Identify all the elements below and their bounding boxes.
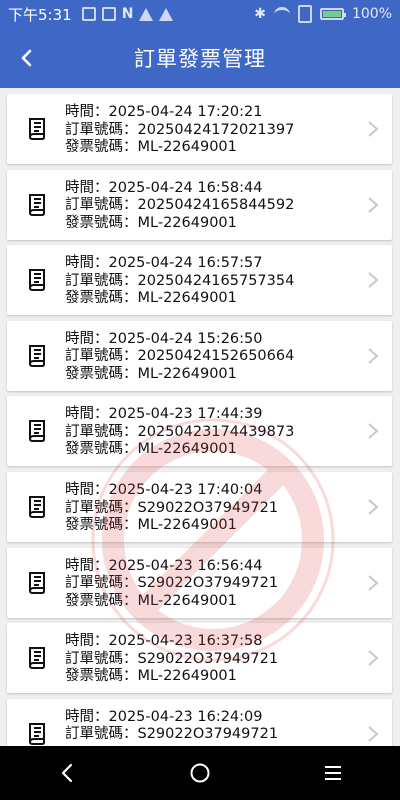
app-bar: 訂單發票管理 (0, 28, 400, 88)
chevron-right-icon (368, 726, 379, 742)
wifi-icon (273, 6, 290, 22)
order-time: 時間：2025-04-23 17:44:39 (65, 406, 263, 423)
order-number: 訂單號碼：20250424165757354 (65, 272, 295, 289)
order-time: 時間：2025-04-24 15:26:50 (65, 330, 263, 347)
order-card[interactable]: 時間：2025-04-23 16:37:58 訂單號碼：S29022O379497… (7, 623, 392, 694)
order-info: 時間：2025-04-23 16:24:09 訂單號碼：S29022O379497… (65, 709, 278, 744)
order-info: 時間：2025-04-23 17:40:04 訂單號碼：S29022O379497… (65, 482, 278, 535)
battery-icon (319, 8, 346, 20)
order-number: 訂單號碼：20250424152650664 (65, 348, 295, 365)
warning-icon (159, 7, 174, 21)
order-number: 訂單號碼：20250424165844592 (65, 197, 295, 214)
order-card[interactable]: 時間：2025-04-23 16:56:44 訂單號碼：S29022O379497… (7, 547, 392, 618)
sim-icon (297, 5, 312, 23)
receipt-icon (29, 344, 45, 367)
order-info: 時間：2025-04-23 17:44:39 訂單號碼：2025042317443… (65, 406, 294, 459)
nav-back-button[interactable] (47, 753, 87, 793)
receipt-icon (29, 647, 45, 670)
order-card[interactable]: 時間：2025-04-23 17:44:39 訂單號碼：2025042317443… (7, 396, 392, 467)
nav-home-button[interactable] (180, 753, 220, 793)
status-time: 下午5:31 (8, 5, 72, 24)
order-time: 時間：2025-04-24 17:20:21 (65, 104, 263, 120)
chevron-right-icon (368, 574, 379, 591)
order-time: 時間：2025-04-24 16:57:57 (65, 255, 263, 272)
order-time: 時間：2025-04-23 16:37:58 (65, 633, 263, 650)
battery-percent: 100% (351, 6, 392, 22)
invoice-number: 發票號碼：ML-22649001 (65, 592, 237, 609)
receipt-icon (29, 496, 45, 518)
chevron-right-icon (368, 348, 379, 364)
invoice-number: 發票號碼：ML-22649001 (65, 290, 237, 307)
system-nav-bar (0, 746, 400, 800)
order-info: 時間：2025-04-24 15:26:50 訂單號碼：2025042415265… (65, 331, 294, 384)
order-info: 時間：2025-04-23 16:37:58 訂單號碼：S29022O379497… (65, 633, 278, 686)
chevron-right-icon (368, 499, 379, 515)
image-icon (81, 7, 96, 21)
invoice-number: 發票號碼：ML-22649001 (65, 139, 237, 155)
back-button[interactable] (12, 44, 40, 72)
invoice-number: 發票號碼：ML-22649001 (65, 441, 237, 458)
chevron-right-icon (368, 650, 379, 666)
order-info: 時間：2025-04-24 16:57:57 訂單號碼：2025042416575… (65, 255, 294, 308)
chevron-right-icon (368, 423, 379, 440)
order-card[interactable]: 時間：2025-04-23 17:40:04 訂單號碼：S29022O379497… (7, 472, 392, 542)
warning-icon (139, 7, 154, 21)
invoice-number: 發票號碼：ML-22649001 (65, 517, 237, 533)
receipt-icon (29, 193, 45, 216)
receipt-icon (29, 571, 45, 594)
order-number: 訂單號碼：S29022O37949721 (65, 650, 279, 667)
chevron-right-icon (368, 196, 379, 213)
nav-menu-icon (325, 766, 342, 780)
order-card[interactable]: 時間：2025-04-24 17:20:21 訂單號碼：2025042417202… (7, 94, 392, 164)
receipt-icon (29, 269, 45, 292)
nav-home-icon (190, 763, 210, 783)
status-bar-left: 下午5:31 N (8, 4, 174, 25)
nav-back-icon (61, 763, 72, 783)
invoice-number: 發票號碼：ML-22649001 (65, 668, 237, 685)
page-title: 訂單發票管理 (134, 47, 266, 71)
order-time: 時間：2025-04-23 16:24:09 (65, 708, 263, 725)
bluetooth-icon: ✱ (254, 6, 266, 22)
order-info: 時間：2025-04-24 17:20:21 訂單號碼：2025042417202… (65, 104, 294, 157)
order-number: 訂單號碼：S29022O37949721 (65, 499, 279, 516)
receipt-icon (29, 420, 45, 443)
order-card[interactable]: 時間：2025-04-24 16:58:44 訂單號碼：2025042416584… (7, 169, 392, 240)
order-card[interactable]: 時間：2025-04-24 16:57:57 訂單號碼：2025042416575… (7, 245, 392, 316)
order-card[interactable]: 時間：2025-04-23 16:24:09 訂單號碼：S29022O379497… (7, 698, 392, 746)
order-number: 訂單號碼：20250424172021397 (65, 121, 295, 138)
order-time: 時間：2025-04-24 16:58:44 (65, 179, 263, 196)
order-info: 時間：2025-04-23 16:56:44 訂單號碼：S29022O379497… (65, 558, 278, 611)
invoice-number: 發票號碼：ML-22649001 (65, 365, 237, 382)
order-number: 訂單號碼：S29022O37949721 (65, 575, 279, 592)
status-bar: 下午5:31 N ✱ 100% (0, 0, 400, 28)
chevron-left-icon (21, 49, 32, 67)
order-card[interactable]: 時間：2025-04-24 15:26:50 訂單號碼：2025042415265… (7, 320, 392, 391)
order-time: 時間：2025-04-23 16:56:44 (65, 557, 263, 574)
order-list[interactable]: 時間：2025-04-24 17:20:21 訂單號碼：2025042417202… (0, 88, 400, 746)
status-bar-right: ✱ 100% (254, 5, 392, 23)
receipt-icon (29, 118, 45, 140)
order-number: 訂單號碼：20250423174439873 (65, 423, 295, 440)
battery-fill (322, 11, 341, 17)
pulse-icon (101, 7, 116, 21)
nav-menu-button[interactable] (313, 753, 353, 793)
n-icon: N (121, 6, 134, 22)
invoice-number: 發票號碼：ML-22649001 (65, 214, 237, 231)
order-info: 時間：2025-04-24 16:58:44 訂單號碼：2025042416584… (65, 180, 294, 233)
chevron-right-icon (368, 272, 379, 288)
chevron-right-icon (368, 121, 379, 137)
battery-cap (343, 13, 346, 17)
order-time: 時間：2025-04-23 17:40:04 (65, 482, 263, 498)
order-number: 訂單號碼：S29022O37949721 (65, 726, 279, 743)
receipt-icon (29, 722, 45, 745)
